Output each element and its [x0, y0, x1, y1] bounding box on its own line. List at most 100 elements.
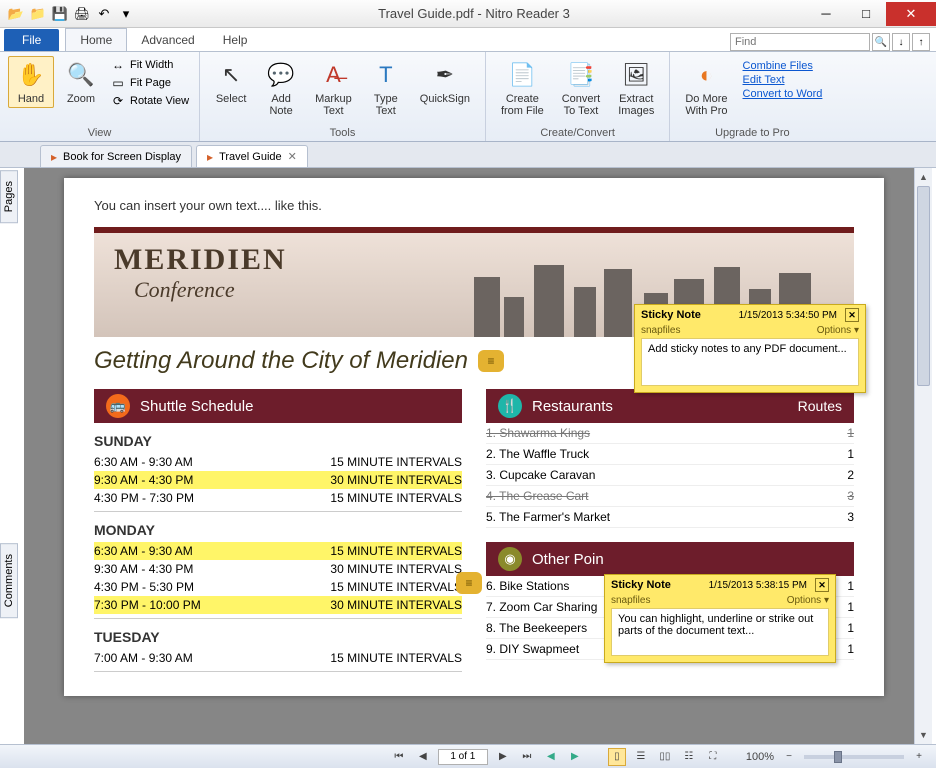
- sticky-callout-icon-2[interactable]: ≡: [456, 572, 482, 594]
- doc-tab-book[interactable]: ▸ Book for Screen Display: [40, 145, 192, 167]
- extract-label: Extract Images: [618, 93, 654, 117]
- restaurant-row: 3. Cupcake Caravan2: [486, 465, 854, 486]
- quicksign-button[interactable]: ✒QuickSign: [413, 56, 477, 108]
- note-icon: 💬: [265, 59, 297, 91]
- side-tab-comments[interactable]: Comments: [0, 543, 18, 618]
- markup-button[interactable]: A̶Markup Text: [308, 56, 359, 120]
- restaurant-route: 2: [847, 468, 854, 482]
- find-input[interactable]: [730, 33, 870, 51]
- tab-help[interactable]: Help: [209, 29, 262, 51]
- do-more-pro-button[interactable]: ◐Do More With Pro: [678, 56, 734, 120]
- schedule-time: 6:30 AM - 9:30 AM: [94, 544, 193, 558]
- restaurant-route: 1: [847, 426, 854, 440]
- facing-icon[interactable]: ▯▯: [656, 748, 674, 766]
- hand-label: Hand: [18, 93, 44, 105]
- vertical-scrollbar[interactable]: ▲ ▼: [914, 168, 932, 744]
- new-icon[interactable]: 📁: [28, 4, 48, 24]
- save-icon[interactable]: 💾: [50, 4, 70, 24]
- schedule-row: 7:30 PM - 10:00 PM30 MINUTE INTERVALS: [94, 596, 462, 614]
- schedule-interval: 15 MINUTE INTERVALS: [330, 651, 462, 665]
- sticky-body[interactable]: Add sticky notes to any PDF document...: [641, 338, 859, 386]
- other-name: 8. The Beekeepers: [486, 621, 587, 635]
- sticky-note-1[interactable]: Sticky Note 1/15/2013 5:34:50 PM ✕ snapf…: [634, 304, 866, 393]
- restaurant-route: 3: [847, 489, 854, 503]
- last-page-icon[interactable]: ⏭: [518, 748, 536, 766]
- file-tab[interactable]: File: [4, 29, 59, 51]
- other-header: ◉ Other Poin: [486, 542, 854, 576]
- select-button[interactable]: ↖Select: [208, 56, 254, 108]
- forward-icon[interactable]: ▶: [566, 748, 584, 766]
- sticky-close-icon[interactable]: ✕: [845, 308, 859, 322]
- print-icon[interactable]: 🖨: [72, 4, 92, 24]
- ribbon-tab-strip: File Home Advanced Help 🔍 ↓ ↑: [0, 28, 936, 52]
- fit-width-button[interactable]: ↔Fit Width: [108, 56, 191, 74]
- combine-files-link[interactable]: Combine Files: [743, 60, 823, 72]
- page-input[interactable]: [438, 749, 488, 765]
- other-route: 1: [847, 642, 854, 656]
- typed-text: You can insert your own text.... like th…: [94, 198, 854, 213]
- minimize-button[interactable]: ─: [806, 2, 846, 26]
- side-tab-pages[interactable]: Pages: [0, 170, 18, 223]
- shuttle-header: 🚌 Shuttle Schedule: [94, 389, 462, 423]
- add-note-button[interactable]: 💬Add Note: [258, 56, 304, 120]
- convert-to-text-button[interactable]: 📑Convert To Text: [555, 56, 608, 120]
- zoom-slider[interactable]: [804, 755, 904, 759]
- to-text-label: Convert To Text: [562, 93, 601, 117]
- tab-advanced[interactable]: Advanced: [127, 29, 208, 51]
- first-page-icon[interactable]: ⏮: [390, 748, 408, 766]
- qat-more-icon[interactable]: ▾: [116, 4, 136, 24]
- restaurant-name: 1. Shawarma Kings: [486, 426, 590, 440]
- fit-page-button[interactable]: ▭Fit Page: [108, 74, 191, 92]
- schedule-row: 9:30 AM - 4:30 PM30 MINUTE INTERVALS: [94, 471, 462, 489]
- scroll-up-icon[interactable]: ▲: [915, 168, 932, 186]
- convert-word-link[interactable]: Convert to Word: [743, 88, 823, 100]
- window-controls: ─ □ ✕: [806, 2, 936, 26]
- facing-cont-icon[interactable]: ☷: [680, 748, 698, 766]
- rotate-view-button[interactable]: ⟳Rotate View: [108, 92, 191, 110]
- day-heading: TUESDAY: [94, 629, 462, 645]
- hand-tool-button[interactable]: ✋ Hand: [8, 56, 54, 108]
- sticky-note-2[interactable]: Sticky Note 1/15/2013 5:38:15 PM ✕ snapf…: [604, 574, 836, 663]
- scroll-thumb[interactable]: [917, 186, 930, 386]
- zoom-out-icon[interactable]: −: [780, 748, 798, 766]
- type-text-icon: T: [370, 59, 402, 91]
- restaurant-route: 1: [847, 447, 854, 461]
- close-tab-icon[interactable]: ✕: [288, 150, 297, 163]
- continuous-icon[interactable]: ☰: [632, 748, 650, 766]
- sticky-callout-icon[interactable]: ≡: [478, 350, 504, 372]
- find-search-icon[interactable]: 🔍: [872, 33, 890, 51]
- restaurant-route: 3: [847, 510, 854, 524]
- back-icon[interactable]: ◀: [542, 748, 560, 766]
- close-button[interactable]: ✕: [886, 2, 936, 26]
- zoom-knob[interactable]: [834, 751, 842, 763]
- sticky-options-button[interactable]: Options ▾: [787, 595, 829, 606]
- sticky-author: snapfiles: [641, 325, 680, 336]
- sticky-close-icon[interactable]: ✕: [815, 578, 829, 592]
- next-page-icon[interactable]: ▶: [494, 748, 512, 766]
- find-next-icon[interactable]: ↑: [912, 33, 930, 51]
- sticky-title: Sticky Note: [611, 579, 671, 591]
- find-box: 🔍 ↓ ↑: [730, 33, 930, 51]
- upgrade-links: Combine Files Edit Text Convert to Word: [739, 56, 827, 104]
- prev-page-icon[interactable]: ◀: [414, 748, 432, 766]
- extract-images-button[interactable]: 🖼Extract Images: [611, 56, 661, 120]
- tab-home[interactable]: Home: [65, 28, 127, 51]
- select-label: Select: [216, 93, 247, 105]
- zoom-button[interactable]: 🔍 Zoom: [58, 56, 104, 108]
- sticky-options-button[interactable]: Options ▾: [817, 325, 859, 336]
- undo-icon[interactable]: ↶: [94, 4, 114, 24]
- edit-text-link[interactable]: Edit Text: [743, 74, 823, 86]
- maximize-button[interactable]: □: [846, 2, 886, 26]
- sticky-body[interactable]: You can highlight, underline or strike o…: [611, 608, 829, 656]
- scroll-down-icon[interactable]: ▼: [915, 726, 932, 744]
- fullscreen-icon[interactable]: ⛶: [704, 748, 722, 766]
- create-from-file-button[interactable]: 📄Create from File: [494, 56, 551, 120]
- zoom-in-icon[interactable]: +: [910, 748, 928, 766]
- find-prev-icon[interactable]: ↓: [892, 33, 910, 51]
- doc-tab-travel[interactable]: ▸ Travel Guide ✕: [196, 145, 308, 167]
- document-viewport[interactable]: You can insert your own text.... like th…: [24, 168, 932, 744]
- schedule-row: 4:30 PM - 5:30 PM15 MINUTE INTERVALS: [94, 578, 462, 596]
- open-icon[interactable]: 📂: [6, 4, 26, 24]
- single-page-icon[interactable]: ▯: [608, 748, 626, 766]
- type-text-button[interactable]: TType Text: [363, 56, 409, 120]
